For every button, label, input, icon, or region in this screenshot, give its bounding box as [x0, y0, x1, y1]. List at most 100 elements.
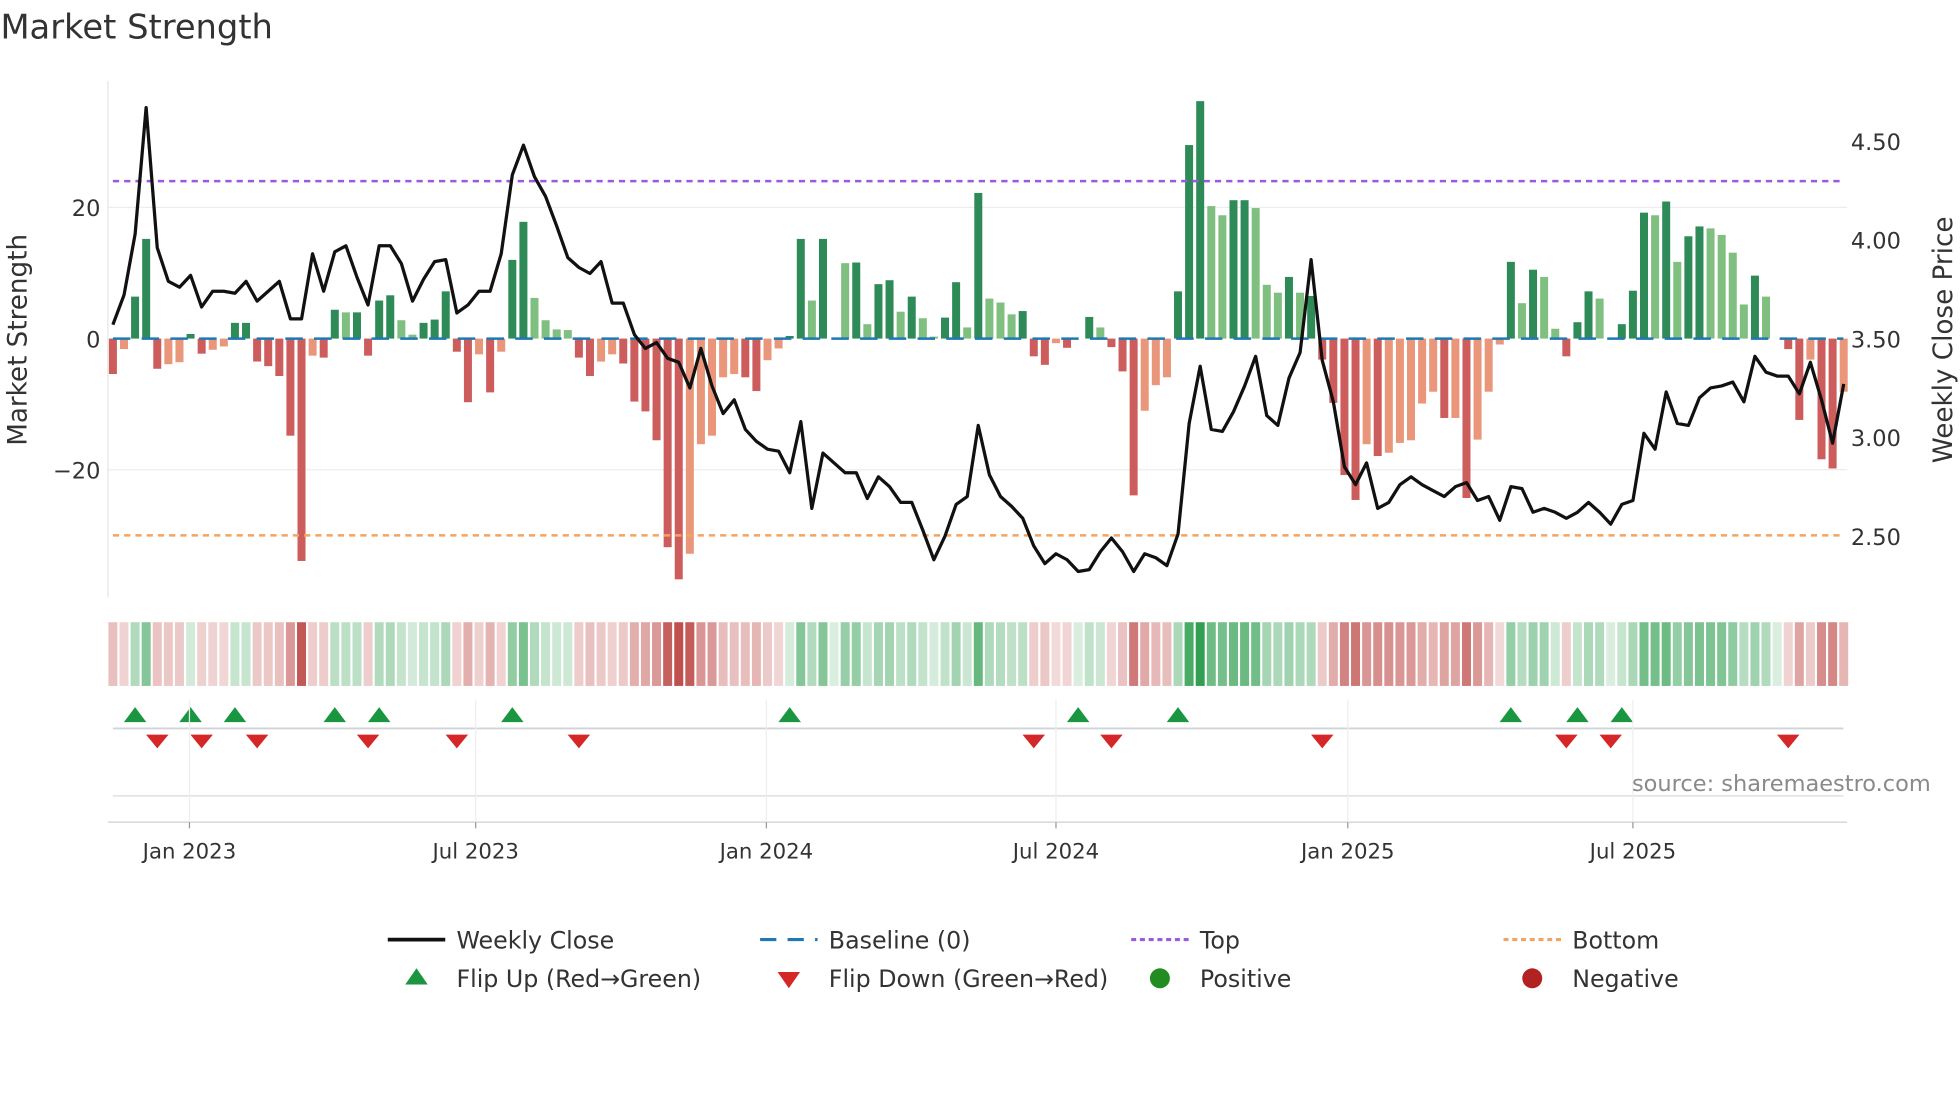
strength-bar: [1750, 275, 1759, 339]
strength-bar: [1007, 314, 1016, 339]
strip-cell: [1151, 622, 1161, 686]
flip-down-marker: [567, 734, 591, 749]
strip-cell: [1761, 622, 1771, 686]
flip-down-marker: [190, 734, 213, 749]
strength-bar: [208, 338, 217, 350]
strip-cell: [1251, 622, 1261, 686]
strip-cell: [851, 622, 861, 686]
strength-bars: [108, 101, 1848, 580]
strip-cell: [929, 622, 939, 686]
strength-bar: [397, 320, 406, 339]
strength-bar: [1229, 200, 1238, 339]
strength-bar: [1839, 338, 1848, 392]
strength-bar: [452, 338, 461, 352]
strip-cell: [951, 622, 961, 686]
strength-bar: [1462, 338, 1471, 498]
strip-cell: [1140, 622, 1150, 686]
strip-cell: [219, 622, 229, 686]
strip-cell: [1040, 622, 1050, 686]
strip-cell: [1694, 622, 1704, 686]
strength-bar: [119, 338, 128, 350]
strip-cell: [729, 622, 739, 686]
strip-cell: [1417, 622, 1427, 686]
strength-bar: [1662, 201, 1671, 339]
strength-bar: [1251, 208, 1260, 339]
strength-bar: [874, 284, 883, 339]
strip-cell: [152, 622, 162, 686]
strip-cell: [363, 622, 373, 686]
legend-label: Top: [1199, 926, 1240, 954]
strength-bar: [530, 297, 539, 339]
strip-cell: [973, 622, 983, 686]
flip-down-marker: [356, 734, 380, 749]
strength-bar: [1395, 338, 1404, 443]
flip-up-marker: [501, 707, 524, 723]
strip-cell: [1062, 622, 1072, 686]
strip-cell: [1650, 622, 1660, 686]
strip-cell: [1484, 622, 1494, 686]
strength-bar: [1051, 338, 1060, 344]
strip-cell: [563, 622, 573, 686]
strip-cell: [1428, 622, 1438, 686]
strip-cell: [1683, 622, 1693, 686]
strip-cell: [796, 622, 806, 686]
strength-bar: [1273, 292, 1282, 339]
strip-cell: [1839, 622, 1849, 686]
strength-bar: [275, 338, 284, 376]
strip-cell: [1217, 622, 1227, 686]
strength-bar: [1207, 206, 1216, 339]
source-credit: source: sharemaestro.com: [1632, 771, 1931, 797]
strip-cell: [230, 622, 240, 686]
strength-bar: [974, 192, 983, 339]
strength-bar: [619, 338, 628, 364]
strip-cell: [1661, 622, 1671, 686]
strength-bar: [1096, 327, 1105, 339]
strength-bar: [1673, 261, 1682, 339]
flip-up-marker: [1066, 707, 1090, 723]
strength-bar: [1451, 338, 1460, 418]
legend-label: Flip Up (Red→Green): [456, 965, 701, 993]
strip-cell: [1506, 622, 1516, 686]
strip-cell: [174, 622, 184, 686]
legend-item-positive: Positive: [1149, 965, 1291, 993]
strip-cell: [1228, 622, 1238, 686]
strip-cell: [274, 622, 284, 686]
flip-up-marker: [367, 707, 391, 723]
strip-cell: [984, 622, 994, 686]
strength-bar: [1617, 324, 1626, 339]
strength-bar: [1684, 236, 1693, 339]
strip-cell: [1084, 622, 1094, 686]
strip-cell: [263, 622, 273, 686]
strength-bar: [375, 300, 384, 339]
legend-dot-icon: [1149, 968, 1170, 989]
strength-bar: [1185, 145, 1194, 339]
strength-bar: [996, 302, 1005, 339]
flip-up-marker: [778, 707, 801, 723]
strip-cell: [1794, 622, 1804, 686]
strength-bar: [1196, 101, 1205, 339]
strip-cell: [541, 622, 551, 686]
y2-tick-label: 4.00: [1851, 229, 1901, 255]
strength-bar: [219, 338, 228, 347]
strip-cell: [1628, 622, 1638, 686]
strip-cell: [1317, 622, 1327, 686]
strength-bar: [1107, 338, 1116, 348]
strip-cell: [1817, 622, 1827, 686]
strip-cell: [530, 622, 540, 686]
strip-cell: [674, 622, 684, 686]
strength-bar: [818, 238, 827, 339]
strip-cell: [1051, 622, 1061, 686]
strip-cell: [696, 622, 706, 686]
flip-down-marker: [1555, 734, 1578, 749]
strip-cell: [1206, 622, 1216, 686]
flip-up-marker: [1499, 707, 1523, 723]
strength-bar: [341, 312, 350, 339]
strength-bar: [1595, 298, 1604, 339]
strength-bar: [574, 338, 583, 358]
strip-cell: [652, 622, 662, 686]
strength-bar: [486, 338, 495, 393]
strength-bar: [441, 291, 450, 339]
strip-cell: [896, 622, 906, 686]
strength-bar: [330, 309, 339, 339]
strip-cell: [1273, 622, 1283, 686]
